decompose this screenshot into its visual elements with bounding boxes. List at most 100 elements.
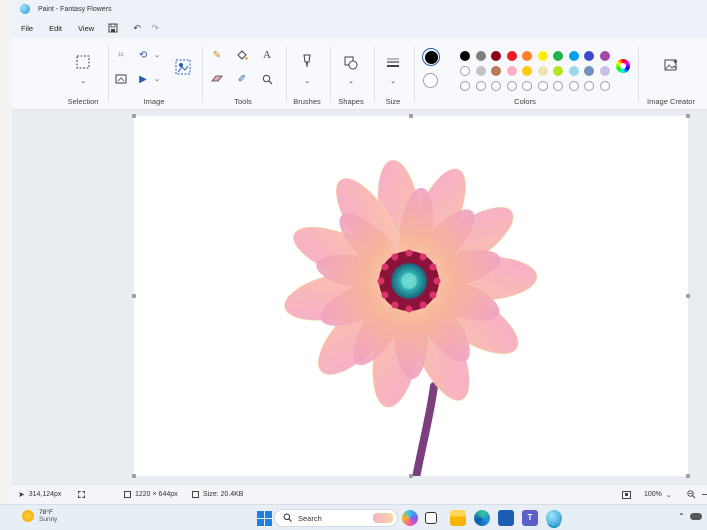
weather-widget[interactable]: 78°F Sunny: [22, 509, 57, 524]
file-size: Size: 20.4KB: [192, 491, 243, 498]
resize-handle[interactable]: [686, 294, 690, 298]
show-hidden-icons[interactable]: ⌃: [678, 512, 685, 521]
chevron-down-icon[interactable]: ⌄: [300, 74, 314, 88]
edge-icon[interactable]: [474, 510, 490, 526]
resize-handle[interactable]: [132, 294, 136, 298]
custom-color-slot[interactable]: [537, 81, 548, 91]
group-brushes: ⌄ Brushes: [288, 42, 326, 108]
custom-color-slot[interactable]: [460, 81, 470, 91]
taskbar-search[interactable]: Search: [274, 509, 398, 527]
zoom-value[interactable]: 100%: [644, 491, 662, 498]
menu-file[interactable]: File: [12, 24, 41, 33]
color-swatch[interactable]: [506, 51, 517, 61]
shapes-icon[interactable]: [344, 56, 358, 70]
zoom-level[interactable]: 100% ⌄: [644, 491, 672, 499]
menu-edit[interactable]: Edit: [41, 24, 70, 33]
resize-handle[interactable]: [409, 114, 413, 118]
group-shapes: ⌄ Shapes: [332, 42, 370, 108]
resize-handle[interactable]: [132, 474, 136, 478]
color-swatch[interactable]: [475, 51, 486, 61]
resize-icon[interactable]: [114, 72, 128, 86]
custom-color-slot[interactable]: [475, 81, 486, 91]
color-swatch[interactable]: [506, 66, 517, 76]
resize-handle[interactable]: [132, 114, 136, 118]
brush-icon[interactable]: [300, 54, 314, 68]
redo-icon[interactable]: ↷: [148, 21, 162, 35]
undo-icon[interactable]: ↶: [130, 21, 144, 35]
line-size-icon[interactable]: [386, 56, 400, 70]
color-swatch[interactable]: [568, 66, 579, 76]
teams-icon[interactable]: T: [522, 510, 538, 526]
onedrive-icon[interactable]: [690, 513, 702, 520]
chevron-down-icon[interactable]: ⌄: [386, 74, 400, 88]
color-swatch[interactable]: [537, 66, 548, 76]
custom-color-slot[interactable]: [553, 81, 563, 91]
custom-color-slot[interactable]: [599, 81, 610, 91]
fit-to-window-icon[interactable]: [622, 490, 631, 499]
custom-color-slot[interactable]: [522, 81, 532, 91]
resize-handle[interactable]: [409, 474, 413, 478]
color-swatch[interactable]: [599, 66, 610, 76]
weather-desc: Sunny: [39, 516, 58, 524]
custom-color-slot[interactable]: [506, 81, 517, 91]
copilot-icon[interactable]: [402, 510, 418, 526]
fit-to-window[interactable]: [622, 490, 631, 499]
chevron-down-icon[interactable]: ⌄: [150, 72, 164, 86]
color-swatch[interactable]: [522, 66, 532, 76]
paint-taskbar-icon[interactable]: [546, 510, 562, 526]
store-icon[interactable]: [498, 510, 514, 526]
resize-handle[interactable]: [686, 114, 690, 118]
color-swatch[interactable]: [599, 51, 610, 61]
drawing-canvas[interactable]: [134, 116, 688, 482]
color-swatch[interactable]: [491, 66, 501, 76]
color-swatch[interactable]: [537, 51, 548, 61]
color-swatch[interactable]: [553, 66, 563, 76]
custom-color-slot[interactable]: [491, 81, 501, 91]
group-label-size: Size: [385, 97, 401, 106]
fill-bucket-icon[interactable]: [235, 48, 249, 62]
flip-icon[interactable]: ▶: [136, 72, 150, 86]
resize-handle[interactable]: [686, 474, 690, 478]
remove-background-icon[interactable]: [174, 58, 192, 76]
save-icon[interactable]: [106, 21, 120, 35]
cursor-position-value: 314,124px: [28, 491, 62, 498]
color-swatch[interactable]: [491, 51, 501, 61]
start-icon[interactable]: [256, 510, 272, 526]
edit-colors-icon[interactable]: [616, 59, 630, 73]
custom-color-slot[interactable]: [584, 81, 594, 91]
color-swatch[interactable]: [568, 51, 579, 61]
menu-view[interactable]: View: [70, 24, 102, 33]
magnifier-icon[interactable]: [260, 72, 274, 86]
secondary-color-swatch[interactable]: [423, 73, 438, 88]
color-swatch[interactable]: [460, 66, 470, 76]
file-explorer-icon[interactable]: [450, 510, 466, 526]
select-rectangle-icon[interactable]: [75, 54, 91, 70]
color-swatch[interactable]: [584, 51, 594, 61]
group-size: ⌄ Size: [376, 42, 410, 108]
zoom-slider[interactable]: [702, 494, 707, 495]
color-swatch[interactable]: [460, 51, 470, 61]
color-swatch[interactable]: [553, 51, 563, 61]
group-label-tools: Tools: [234, 97, 252, 106]
color-swatch[interactable]: [522, 51, 532, 61]
task-view-icon[interactable]: [425, 512, 437, 524]
chevron-down-icon[interactable]: ⌄: [76, 74, 90, 88]
primary-color-swatch[interactable]: [422, 48, 440, 66]
color-swatch[interactable]: [475, 66, 486, 76]
color-swatch[interactable]: [584, 66, 594, 76]
cursor-position: ➤ 314,124px: [18, 490, 61, 499]
custom-color-slot[interactable]: [568, 81, 579, 91]
chevron-down-icon[interactable]: ⌄: [344, 74, 358, 88]
text-icon[interactable]: A: [260, 48, 274, 62]
rotate-icon[interactable]: ⟲: [136, 48, 150, 62]
chevron-down-icon[interactable]: ⌄: [666, 491, 672, 499]
image-creator-icon[interactable]: [664, 58, 678, 72]
pencil-icon[interactable]: ✎: [210, 48, 224, 62]
divider: [414, 46, 415, 102]
taskbar: 78°F Sunny Search T ⌃: [0, 504, 707, 530]
color-picker-icon[interactable]: ✐: [235, 72, 249, 86]
chevron-down-icon[interactable]: ⌄: [150, 48, 164, 62]
zoom-out-icon[interactable]: [687, 490, 696, 499]
eraser-icon[interactable]: [210, 72, 224, 86]
crop-icon[interactable]: ⌗: [114, 48, 128, 62]
